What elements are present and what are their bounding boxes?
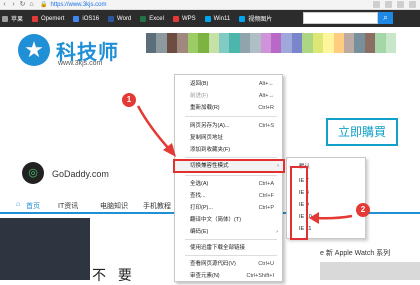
annotation-badge-2: 2 (356, 203, 370, 217)
annotation-arrows (136, 105, 353, 224)
annotation-badge-1: 1 (122, 93, 136, 107)
